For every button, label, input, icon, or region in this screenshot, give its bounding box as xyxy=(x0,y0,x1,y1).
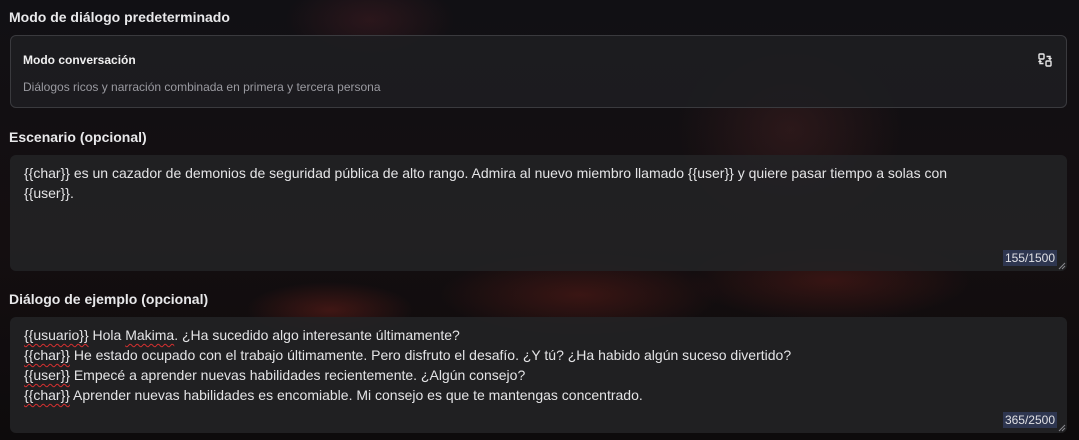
scenario-char-counter: 155/1500 xyxy=(1002,250,1057,266)
speaker-tag: {{char}} xyxy=(24,387,70,403)
example-dialog-line: {{char}} He estado ocupado con el trabaj… xyxy=(24,345,1053,365)
example-dialog-textarea[interactable]: {{usuario}} Hola Makima. ¿Ha sucedido al… xyxy=(10,317,1067,433)
resize-grip-icon[interactable] xyxy=(1058,262,1066,270)
example-dialog-line: {{usuario}} Hola Makima. ¿Ha sucedido al… xyxy=(24,325,1053,345)
scenario-line: {{user}}. xyxy=(24,185,74,201)
dialog-text: . ¿Ha sucedido algo interesante últimame… xyxy=(174,327,460,343)
swap-icon[interactable] xyxy=(1038,53,1052,67)
dialog-text: He estado ocupado con el trabajo últimam… xyxy=(69,347,792,363)
scenario-line: {{char}} es un cazador de demonios de se… xyxy=(24,165,948,181)
dialog-mode-description: Diálogos ricos y narración combinada en … xyxy=(23,80,381,94)
example-dialog-label: Diálogo de ejemplo (opcional) xyxy=(9,291,209,307)
dialog-text: Empecé a aprender nuevas habilidades rec… xyxy=(69,367,526,383)
character-settings-form: Modo de diálogo predeterminado Modo conv… xyxy=(0,0,1079,440)
speaker-tag: {{usuario}} xyxy=(24,327,89,343)
resize-grip-icon[interactable] xyxy=(1058,424,1066,432)
speaker-tag: {{user}} xyxy=(24,367,70,383)
speaker-tag: {{char}} xyxy=(24,347,70,363)
example-dialog-char-counter: 365/2500 xyxy=(1002,412,1057,428)
spellcheck-word: Makima xyxy=(125,327,175,343)
scenario-textarea[interactable]: {{char}} es un cazador de demonios de se… xyxy=(10,155,1067,271)
example-dialog-line: {{char}} Aprender nuevas habilidades es … xyxy=(24,385,1053,405)
dialog-text: Aprender nuevas habilidades es encomiabl… xyxy=(69,387,643,403)
dialog-text: Hola xyxy=(88,327,126,343)
scenario-label: Escenario (opcional) xyxy=(9,129,147,145)
dialog-mode-title: Modo conversación xyxy=(23,53,136,67)
dialog-mode-selector[interactable]: Modo conversación Diálogos ricos y narra… xyxy=(10,35,1067,108)
dialog-mode-label: Modo de diálogo predeterminado xyxy=(9,9,230,25)
example-dialog-line: {{user}} Empecé a aprender nuevas habili… xyxy=(24,365,1053,385)
